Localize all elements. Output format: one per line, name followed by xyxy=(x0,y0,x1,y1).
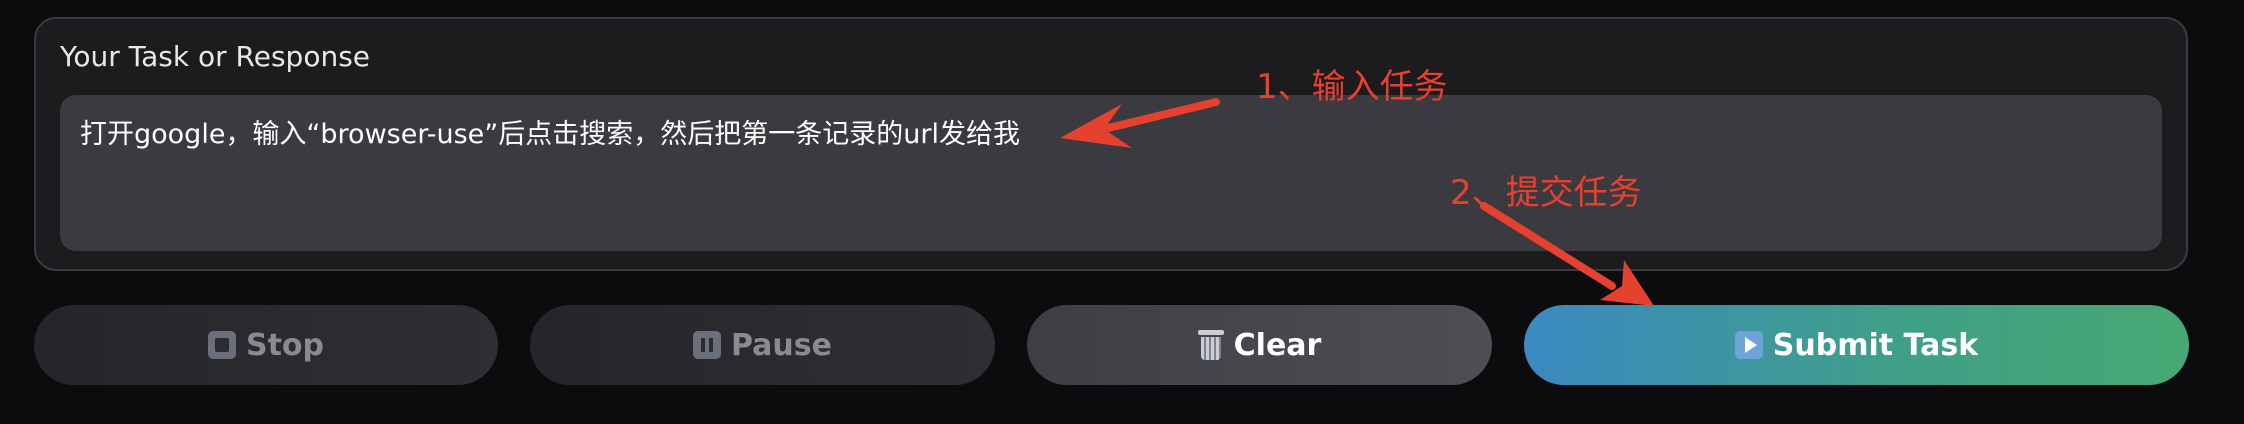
task-input[interactable]: 打开google，输入“browser-use”后点击搜索，然后把第一条记录的u… xyxy=(60,95,2162,251)
stop-button-label: Stop xyxy=(245,327,325,363)
pause-button[interactable]: Pause xyxy=(530,305,995,385)
clear-button[interactable]: Clear xyxy=(1027,305,1492,385)
play-icon xyxy=(1734,331,1763,359)
submit-task-button[interactable]: Submit Task xyxy=(1524,305,2189,385)
annotation-step-1: 1、输入任务 xyxy=(1256,67,1448,107)
stop-icon xyxy=(207,331,236,359)
pause-button-label: Pause xyxy=(731,327,832,363)
task-label: Your Task or Response xyxy=(60,40,371,73)
stop-button[interactable]: Stop xyxy=(34,305,498,385)
submit-button-label: Submit Task xyxy=(1772,327,1979,363)
task-panel: Your Task or Response 打开google，输入“browse… xyxy=(34,17,2188,271)
clear-button-label: Clear xyxy=(1233,327,1322,363)
annotation-step-2: 2、提交任务 xyxy=(1450,173,1642,213)
pause-icon xyxy=(693,331,721,359)
trash-icon xyxy=(1197,330,1224,360)
task-page: Your Task or Response 打开google，输入“browse… xyxy=(0,0,2244,424)
